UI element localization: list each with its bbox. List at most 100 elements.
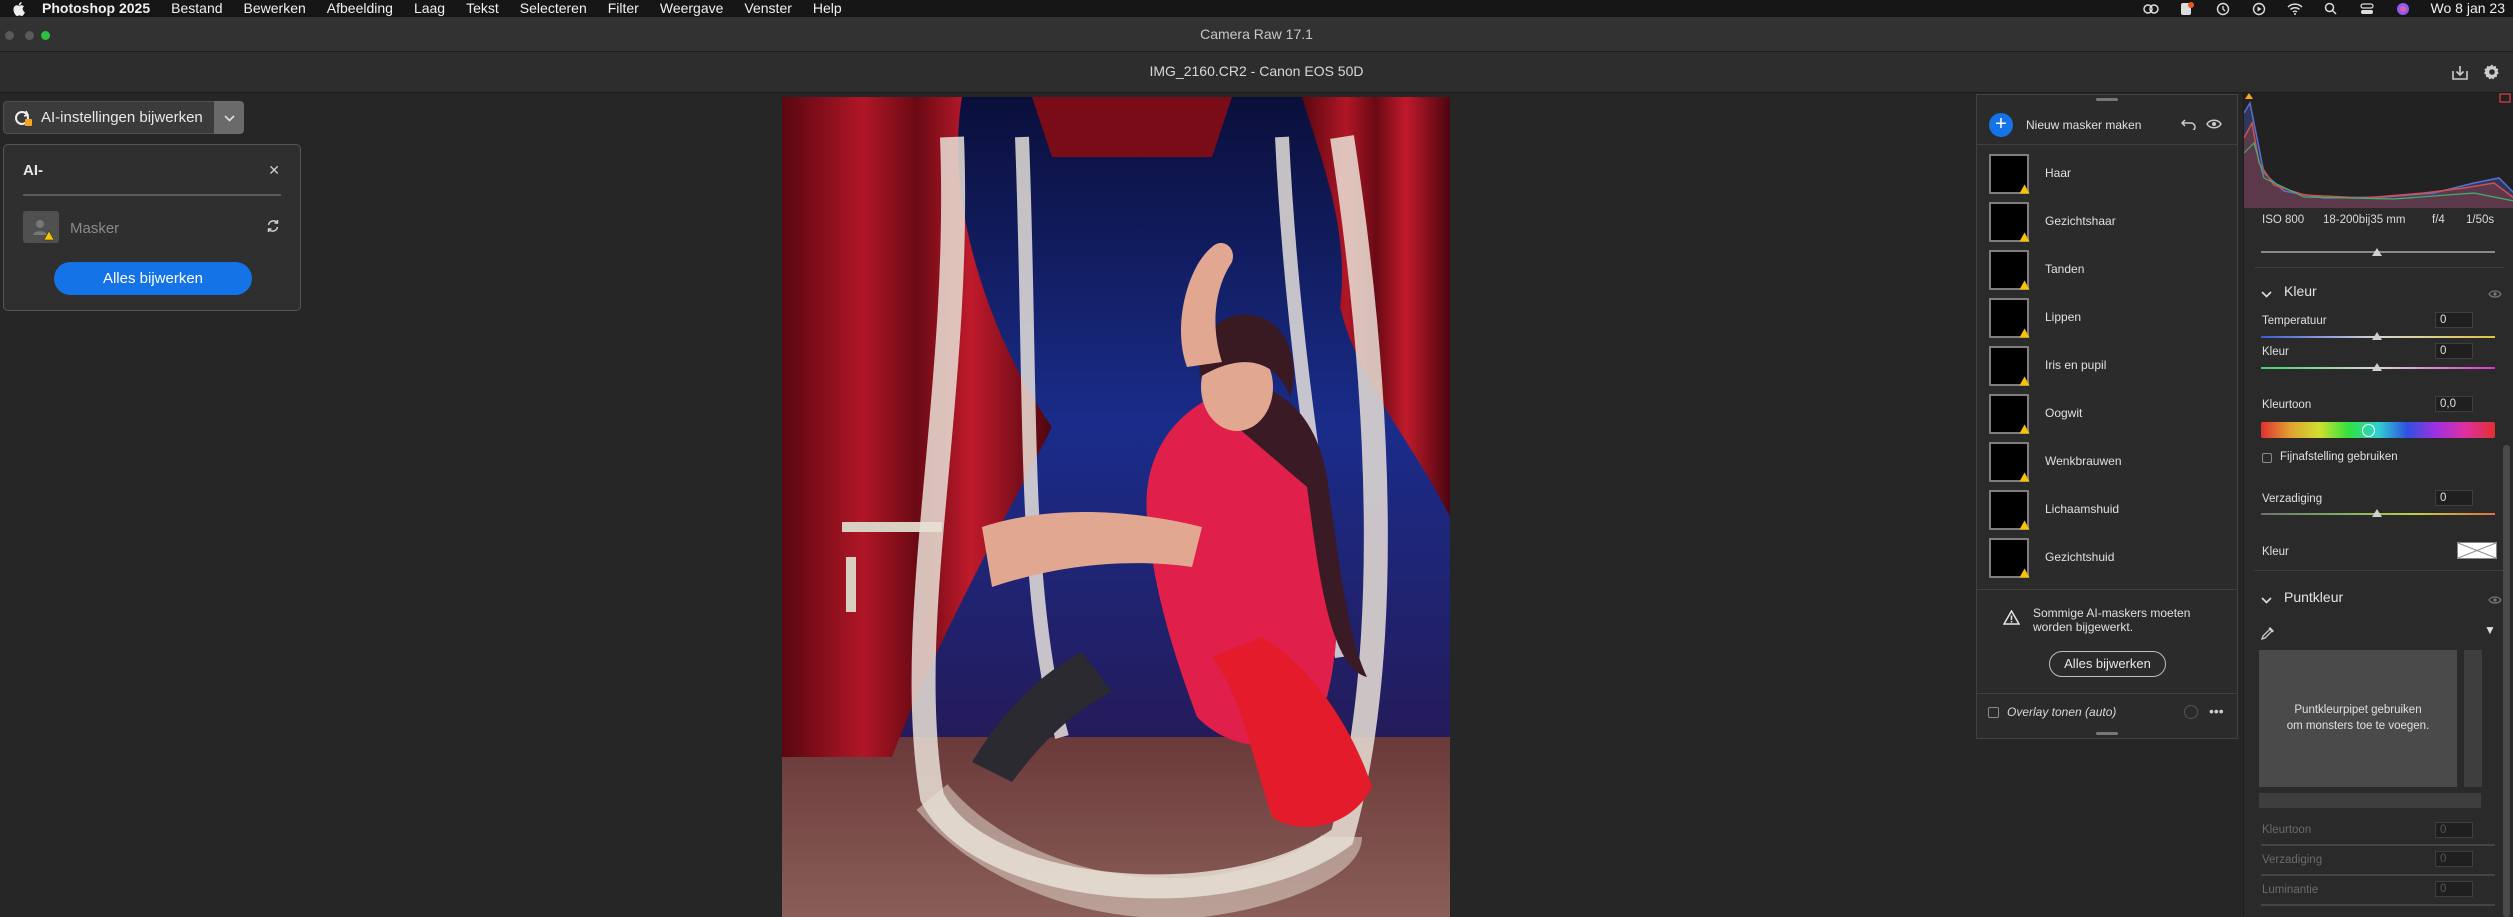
mask-row-tanden[interactable]: Tanden [1989, 248, 2229, 292]
point-hue-input: 0 [2435, 822, 2473, 838]
creative-cloud-icon[interactable] [2142, 2, 2159, 16]
menu-bar: Photoshop 2025 Bestand Bewerken Afbeeldi… [0, 0, 2513, 17]
point-color-range-bar [2259, 793, 2481, 808]
refresh-icon[interactable] [266, 219, 280, 238]
chevron-down-icon[interactable]: ▼ [2484, 623, 2496, 637]
menubar-clock[interactable]: Wo 8 jan 23 [2431, 0, 2505, 17]
eye-icon[interactable] [2206, 117, 2222, 135]
saturation-input[interactable]: 0 [2435, 490, 2473, 506]
drag-handle[interactable] [2096, 732, 2118, 735]
gear-icon[interactable] [2483, 63, 2501, 86]
mask-label: Lichaamshuid [2045, 502, 2120, 516]
lens-value: 18-200bij35 mm [2323, 214, 2406, 226]
mask-panel-header: + Nieuw masker maken [1977, 105, 2237, 141]
update-all-masks-button[interactable]: Alles bijwerken [2049, 651, 2166, 677]
point-color-swatch-area: Puntkleurpipet gebruiken om monsters toe… [2259, 650, 2457, 787]
warning-icon [2019, 181, 2030, 199]
aperture-value: f/4 [2432, 214, 2445, 226]
temperature-label: Temperatuur [2262, 315, 2327, 327]
menu-laag[interactable]: Laag [414, 0, 445, 17]
menu-help[interactable]: Help [813, 0, 842, 17]
menu-tekst[interactable]: Tekst [466, 0, 499, 17]
mask-row-iris-en-pupil[interactable]: Iris en pupil [1989, 344, 2229, 388]
siri-icon[interactable] [2395, 2, 2411, 16]
chevron-down-icon[interactable] [2261, 591, 2272, 609]
photo-preview[interactable] [782, 97, 1450, 917]
undo-icon[interactable] [2180, 117, 2197, 135]
new-mask-label[interactable]: Nieuw masker maken [2026, 118, 2141, 132]
temperature-input[interactable]: 0 [2435, 312, 2473, 328]
hue-color-strip[interactable] [2261, 422, 2495, 438]
chevron-down-icon[interactable] [2261, 285, 2272, 303]
mask-row-oogwit[interactable]: Oogwit [1989, 392, 2229, 436]
temperature-slider-knob[interactable] [2372, 332, 2382, 340]
saturation-slider-knob[interactable] [2372, 509, 2382, 517]
menu-weergave[interactable]: Weergave [660, 0, 724, 17]
search-icon[interactable] [2323, 2, 2339, 16]
mask-row-haar[interactable]: Haar [1989, 152, 2229, 196]
play-icon[interactable] [2251, 2, 2267, 16]
point-color-hint: om monsters toe te voegen. [2286, 720, 2430, 732]
notice-line: worden bijgewerkt. [2033, 620, 2134, 634]
point-color-section-title[interactable]: Puntkleur [2284, 589, 2343, 605]
eyedropper-icon[interactable] [2260, 625, 2276, 646]
camera-info-bar: ISO 800 18-200bij35 mm f/4 1/50s [2244, 208, 2513, 232]
menu-afbeelding[interactable]: Afbeelding [327, 0, 393, 17]
warning-icon [2019, 277, 2030, 295]
mask-row-lippen[interactable]: Lippen [1989, 296, 2229, 340]
menu-bewerken[interactable]: Bewerken [244, 0, 306, 17]
menu-app-name[interactable]: Photoshop 2025 [42, 0, 150, 17]
menu-venster[interactable]: Venster [744, 0, 791, 17]
more-options-icon[interactable]: ••• [2209, 703, 2224, 719]
warning-icon [2019, 325, 2030, 343]
mask-thumbnail [23, 211, 59, 243]
color-swatch[interactable] [2457, 542, 2497, 559]
histogram [2243, 93, 2513, 208]
close-icon[interactable]: ✕ [268, 162, 280, 179]
tint-slider-knob[interactable] [2372, 363, 2382, 371]
mask-row-gezichtshaar[interactable]: Gezichtshaar [1989, 200, 2229, 244]
tint-input[interactable]: 0 [2435, 343, 2473, 359]
fine-adjust-checkbox[interactable] [2262, 453, 2272, 463]
wifi-icon[interactable] [2287, 2, 2303, 16]
edit-panel-scrollbar[interactable] [2503, 445, 2510, 917]
menu-bestand[interactable]: Bestand [171, 0, 222, 17]
eye-icon[interactable] [2488, 592, 2502, 610]
hue-color-knob[interactable] [2362, 424, 2375, 437]
update-all-button[interactable]: Alles bijwerken [54, 262, 252, 295]
time-machine-icon[interactable] [2215, 2, 2231, 16]
new-mask-button[interactable]: + [1989, 113, 2013, 137]
mask-row-gezichtshuid[interactable]: Gezichtshuid [1989, 536, 2229, 580]
mask-label: Lippen [2045, 310, 2082, 324]
mask-row-wenkbrauwen[interactable]: Wenkbrauwen [1989, 440, 2229, 484]
ai-settings-dropdown[interactable] [214, 101, 244, 134]
menu-selecteren[interactable]: Selecteren [520, 0, 587, 17]
warning-icon [2019, 421, 2030, 439]
mask-row-lichaamshuid[interactable]: Lichaamshuid [1989, 488, 2229, 532]
mask-label: Oogwit [2045, 406, 2083, 420]
file-bar: IMG_2160.CR2 - Canon EOS 50D [0, 52, 2513, 93]
color-section-title[interactable]: Kleur [2284, 283, 2317, 299]
divider [1977, 693, 2237, 694]
overlay-checkbox[interactable] [1988, 707, 1999, 718]
chevron-down-icon [223, 109, 235, 127]
overlay-color-swatch[interactable] [2184, 705, 2198, 719]
point-luminance-slider-track [2261, 904, 2495, 906]
hue-input[interactable]: 0,0 [2435, 396, 2473, 412]
tint-label: Kleur [2262, 346, 2289, 358]
divider [2254, 267, 2504, 268]
notification-icon[interactable] [2179, 1, 2195, 16]
mask-label: Masker [70, 220, 120, 237]
control-center-icon[interactable] [2359, 2, 2375, 16]
eye-icon[interactable] [2488, 286, 2502, 304]
slider-knob[interactable] [2372, 248, 2382, 256]
point-hue-slider-track [2261, 844, 2495, 846]
menu-filter[interactable]: Filter [608, 0, 639, 17]
ai-mask-notice: Sommige AI-maskers moeten worden bijgewe… [2033, 606, 2223, 634]
warning-icon [2019, 565, 2030, 583]
shutter-value: 1/50s [2466, 214, 2495, 226]
ai-settings-update-button[interactable]: AI-instellingen bijwerken [3, 101, 243, 134]
drag-handle[interactable] [2096, 98, 2118, 101]
save-icon[interactable] [2451, 64, 2469, 86]
apple-icon[interactable] [12, 1, 28, 16]
